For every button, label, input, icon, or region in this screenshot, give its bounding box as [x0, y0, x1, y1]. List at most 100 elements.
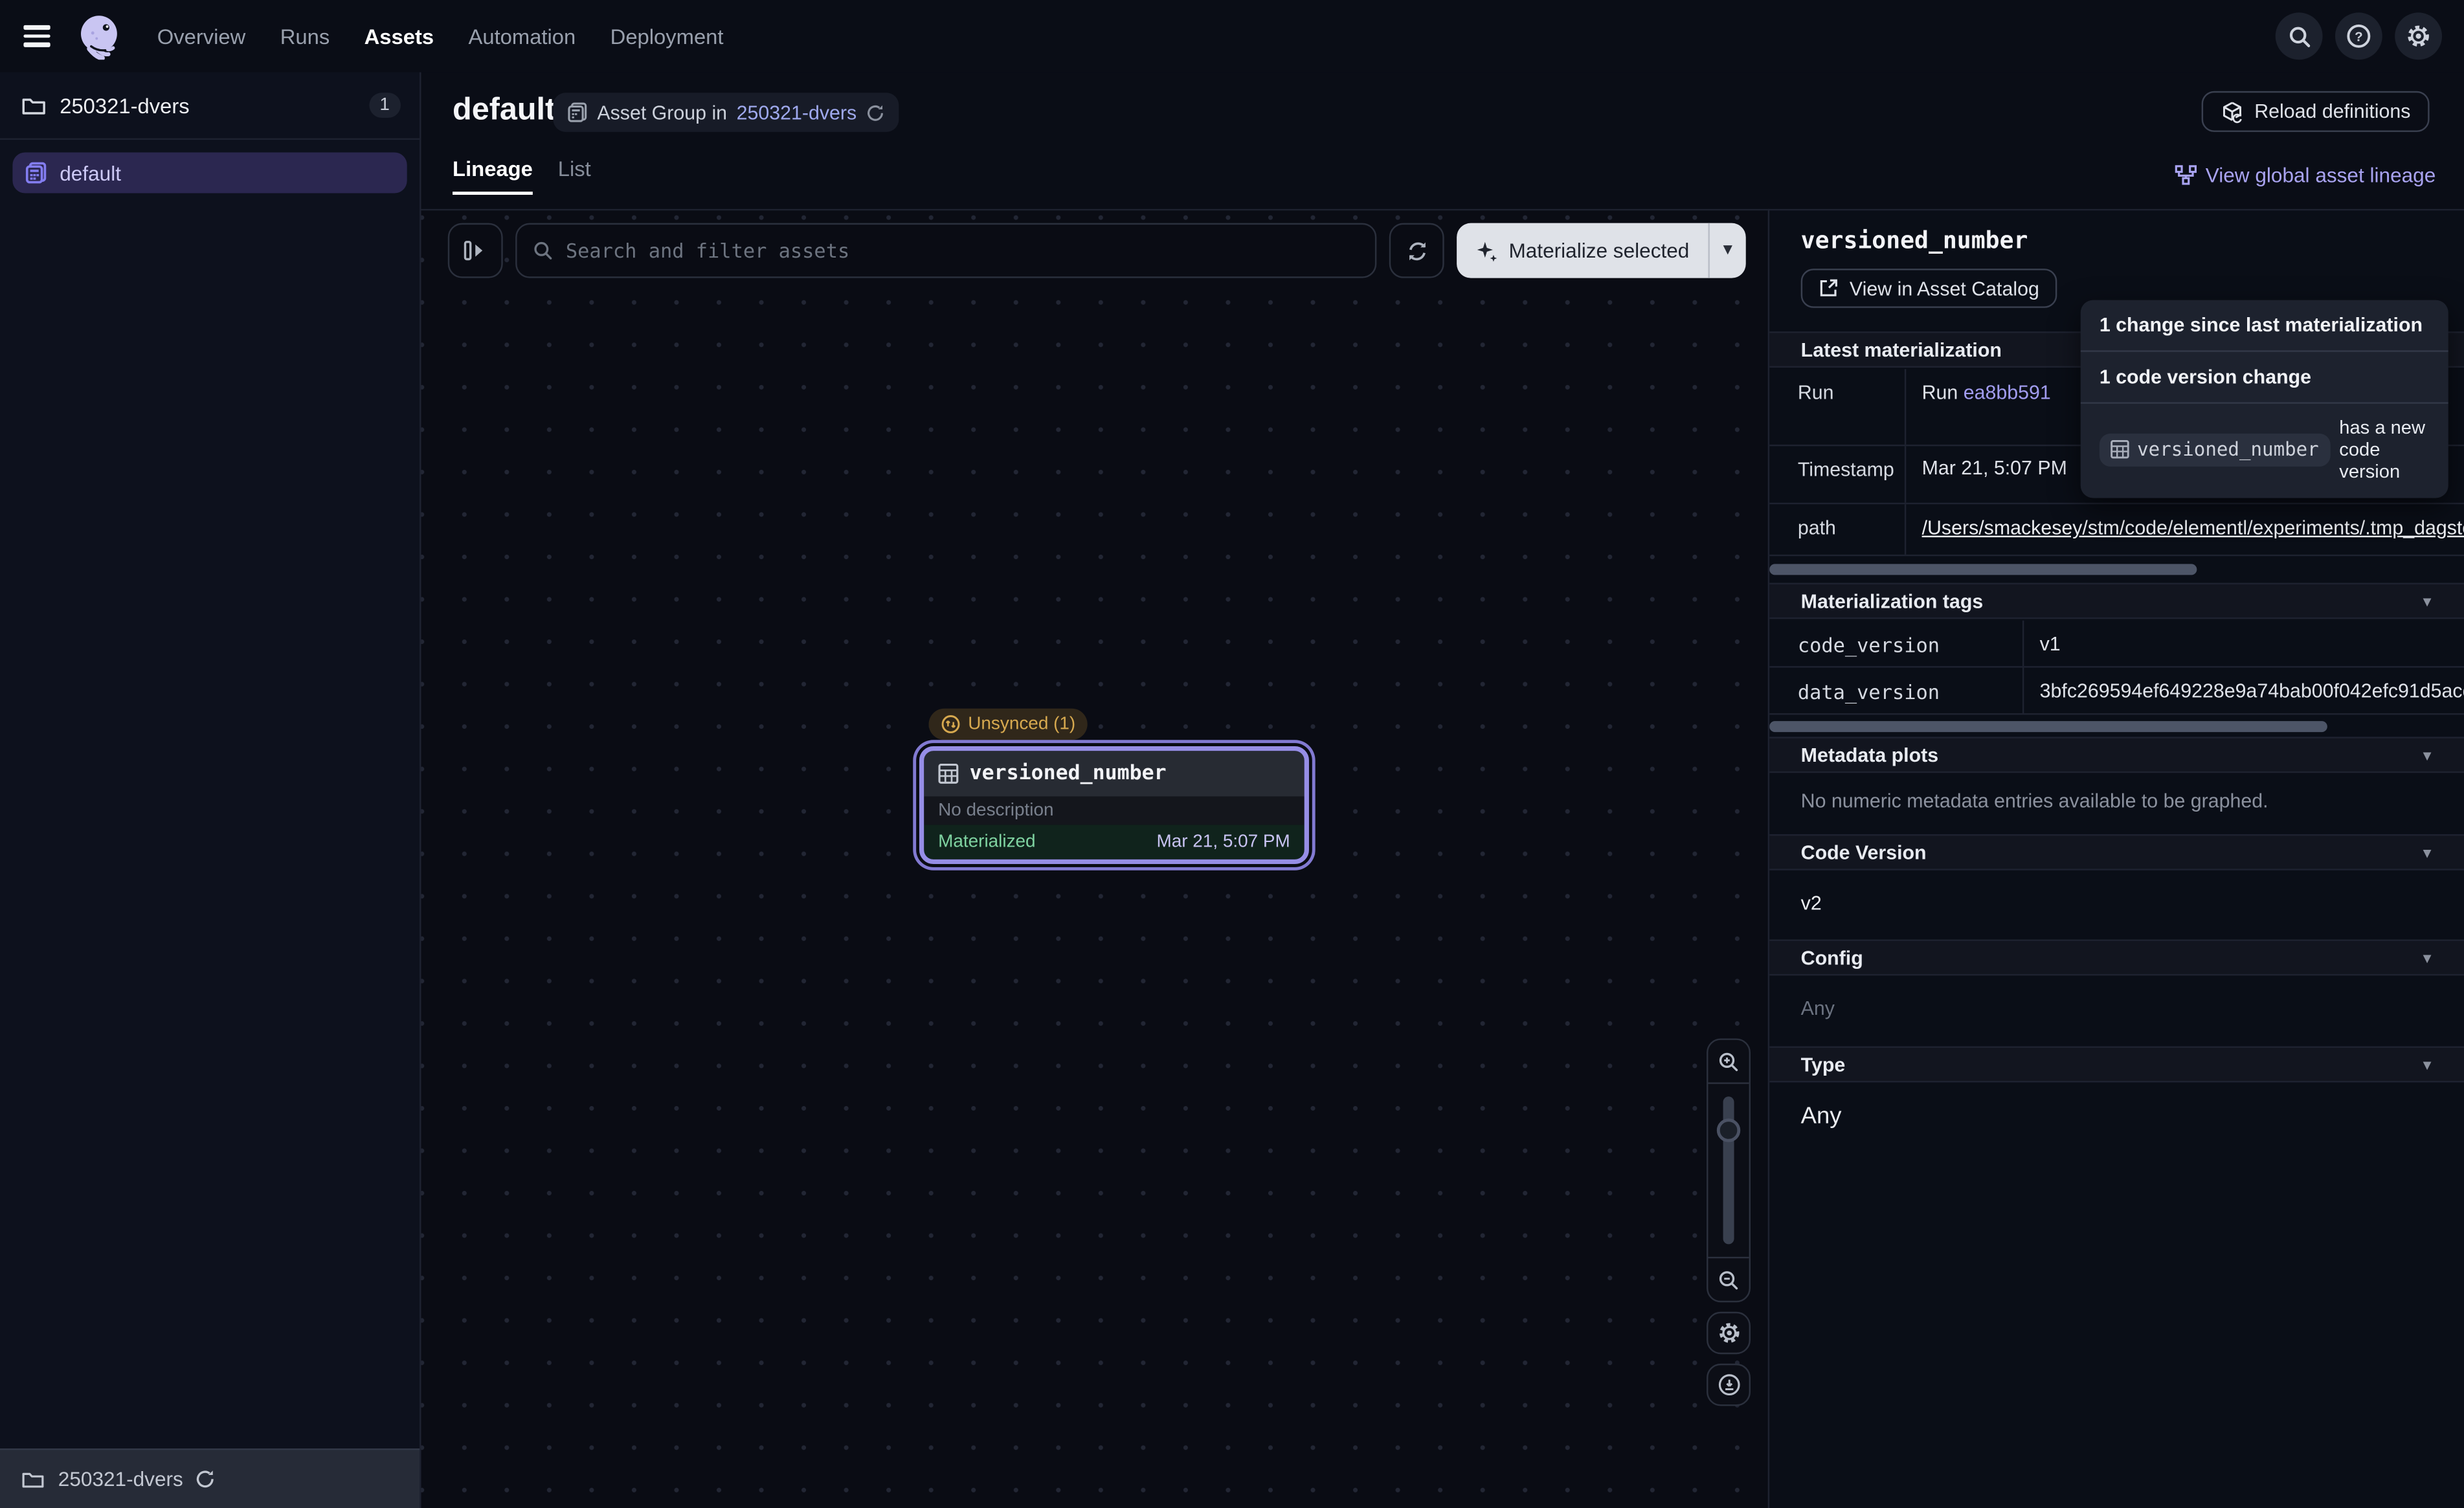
timestamp-text: Mar 21, 5:07 PM [1922, 457, 2067, 479]
sidebar-footer-repo[interactable]: 250321-dvers [0, 1448, 420, 1508]
table-icon [938, 764, 959, 784]
asset-node-versioned_number[interactable]: versioned_number No description Material… [919, 746, 1309, 864]
sidebar-folder-label: 250321-dvers [60, 93, 189, 116]
settings-button[interactable] [2395, 12, 2442, 60]
section-code-version-heading: Code Version [1801, 841, 1927, 863]
panel-expand-icon [464, 240, 487, 261]
section-metadata-plots-heading: Metadata plots [1801, 744, 1938, 766]
sidebar-folder-250321-dvers[interactable]: 250321-dvers 1 [0, 72, 420, 140]
asset-search-input[interactable] [566, 239, 1360, 262]
row-timestamp-label: Timestamp [1769, 446, 1906, 502]
nav-runs[interactable]: Runs [280, 25, 330, 48]
tab-list[interactable]: List [558, 157, 591, 195]
config-value: Any [1801, 997, 1835, 1019]
asset-search-box [515, 223, 1376, 278]
folder-icon [22, 95, 45, 116]
zoom-out-button[interactable] [1708, 1258, 1749, 1301]
table-icon [2111, 440, 2129, 459]
asset-group-badge: Asset Group in 250321-dvers [553, 93, 899, 132]
help-button[interactable]: ? [2335, 12, 2382, 60]
dagster-logo[interactable] [76, 12, 123, 60]
asset-node-description: No description [924, 797, 1304, 825]
asset-group-icon [25, 162, 47, 184]
section-metadata-plots[interactable]: Metadata plots ▼ [1769, 737, 2464, 773]
section-config[interactable]: Config ▼ [1769, 940, 2464, 976]
reload-icon[interactable] [194, 1469, 215, 1490]
row-path: path /Users/smackesey/stm/code/elementl/… [1769, 504, 2464, 556]
run-id-link[interactable]: ea8bb591 [1964, 382, 2051, 404]
nav-automation[interactable]: Automation [468, 25, 576, 48]
materialize-selected-label: Materialize selected [1508, 239, 1689, 262]
nav-assets[interactable]: Assets [364, 25, 434, 48]
zoom-out-icon [1718, 1269, 1740, 1291]
section-latest-materialization-heading: Latest materialization [1801, 338, 2002, 360]
row-run-label: Run [1769, 369, 1906, 445]
row-path-value: /Users/smackesey/stm/code/elementl/exper… [1906, 504, 2464, 555]
asset-groups-sidebar: 250321-dvers 1 default 250321-dvers [0, 72, 421, 1508]
nav-deployment[interactable]: Deployment [610, 25, 724, 48]
sidebar-item-default[interactable]: default [12, 152, 407, 193]
tag-key: code_version [1769, 621, 2024, 666]
refresh-graph-button[interactable] [1389, 223, 1444, 278]
tag-value: v1 [2024, 621, 2464, 666]
node-unsynced-label: Unsynced (1) [968, 715, 1075, 733]
horizontal-scrollbar[interactable] [1769, 564, 2197, 575]
download-graph-button[interactable] [1707, 1364, 1751, 1406]
zoom-slider-thumb[interactable] [1717, 1118, 1740, 1142]
tooltip-asset-chip: versioned_number [2100, 433, 2330, 466]
asset-group-icon [567, 102, 588, 123]
tooltip-change-text: has a new code version [2339, 416, 2429, 482]
dagster-app: Overview Runs Assets Automation Deployme… [0, 0, 2464, 1508]
asset-group-badge-link[interactable]: 250321-dvers [737, 102, 857, 124]
graph-settings-button[interactable] [1707, 1312, 1751, 1355]
tooltip-asset-name: versioned_number [2137, 438, 2319, 460]
question-icon: ? [2346, 23, 2371, 49]
zoom-slider[interactable] [1708, 1082, 1749, 1258]
metadata-plots-empty-text: No numeric metadata entries available to… [1801, 790, 2268, 812]
search-icon [2287, 25, 2311, 48]
search-icon [533, 240, 554, 261]
tooltip-detail: versioned_number has a new code version [2081, 404, 2448, 498]
zoom-box [1707, 1038, 1751, 1302]
view-in-asset-catalog-button[interactable]: View in Asset Catalog [1801, 269, 2057, 308]
view-global-asset-lineage-link[interactable]: View global asset lineage [2174, 163, 2436, 186]
top-nav-actions: ? [2276, 12, 2442, 60]
hamburger-menu-icon[interactable] [10, 10, 63, 63]
materialize-selected-main[interactable]: Materialize selected [1457, 223, 1708, 278]
section-type[interactable]: Type ▼ [1769, 1047, 2464, 1083]
lineage-graph-canvas[interactable]: Materialize selected ▼ Unsynced (1) vers… [421, 209, 1768, 1508]
nav-overview[interactable]: Overview [157, 25, 246, 48]
asset-group-badge-text: Asset Group in [597, 102, 727, 124]
cube-reload-icon [2220, 100, 2243, 123]
horizontal-scrollbar[interactable] [1769, 721, 2327, 732]
tag-key: data_version [1769, 668, 2024, 713]
zoom-in-button[interactable] [1708, 1040, 1749, 1083]
toggle-sidebar-panel-button[interactable] [448, 223, 503, 278]
section-config-heading: Config [1801, 946, 1863, 968]
tooltip-title: 1 change since last materialization [2081, 300, 2448, 352]
path-link[interactable]: /Users/smackesey/stm/code/elementl/exper… [1922, 517, 2464, 539]
chevron-down-icon: ▼ [2420, 747, 2434, 762]
svg-text:?: ? [2355, 30, 2363, 45]
page-title: default [453, 93, 555, 129]
graph-toolbar: Materialize selected ▼ [448, 223, 1746, 278]
zoom-in-icon [1718, 1050, 1740, 1072]
row-path-label: path [1769, 504, 1906, 555]
materialize-selected-button[interactable]: Materialize selected ▼ [1457, 223, 1745, 278]
materialize-dropdown-caret[interactable]: ▼ [1708, 223, 1745, 278]
chevron-down-icon: ▼ [2420, 949, 2434, 965]
chevron-down-icon: ▼ [2420, 1056, 2434, 1072]
code-version-value: v2 [1801, 893, 1822, 915]
section-code-version[interactable]: Code Version ▼ [1769, 834, 2464, 870]
row-data-version-tag: data_version 3bfc269594ef649228e9a74bab0… [1769, 668, 2464, 715]
section-materialization-tags[interactable]: Materialization tags ▼ [1769, 583, 2464, 619]
refresh-icon[interactable] [866, 103, 885, 122]
reload-definitions-label: Reload definitions [2254, 100, 2410, 122]
unsynced-icon [941, 715, 960, 733]
primary-nav: Overview Runs Assets Automation Deployme… [157, 25, 724, 48]
reload-definitions-button[interactable]: Reload definitions [2201, 91, 2430, 132]
node-unsynced-badge[interactable]: Unsynced (1) [929, 709, 1088, 740]
sparkle-icon [1476, 239, 1498, 261]
tab-lineage[interactable]: Lineage [453, 157, 533, 195]
search-button[interactable] [2276, 12, 2323, 60]
